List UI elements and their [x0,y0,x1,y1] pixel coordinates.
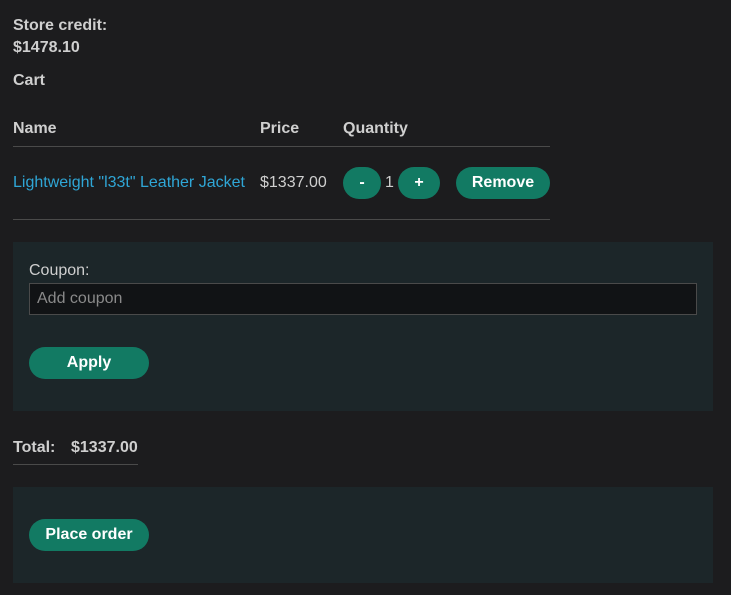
column-header-name: Name [13,120,57,137]
remove-item-button[interactable]: Remove [456,167,550,199]
product-price: $1337.00 [260,174,327,191]
total-value: $1337.00 [71,439,138,456]
apply-coupon-button[interactable]: Apply [29,347,149,379]
order-panel: Place order [13,487,713,583]
total-label: Total: [13,439,56,456]
place-order-button[interactable]: Place order [29,519,149,551]
column-header-quantity: Quantity [343,120,408,137]
table-header-divider [13,146,550,147]
product-link[interactable]: Lightweight "l33t" Leather Jacket [13,174,245,192]
column-header-price: Price [260,120,300,137]
coupon-label: Coupon: [29,262,90,279]
cart-title: Cart [13,72,46,89]
coupon-input[interactable] [29,283,697,315]
decrease-quantity-button[interactable]: - [343,167,381,199]
store-credit-value: $1478.10 [13,39,80,56]
checkout-page: Store credit: $1478.10 Cart Name Price Q… [0,0,731,595]
quantity-value: 1 [385,174,394,191]
table-bottom-divider [13,219,550,220]
increase-quantity-button[interactable]: + [398,167,440,199]
total-block: Total: $1337.00 [13,438,138,465]
table-row: Lightweight "l33t" Leather Jacket $1337.… [13,166,550,200]
coupon-panel: Coupon: Apply [13,242,713,411]
store-credit-label: Store credit: [13,17,108,34]
